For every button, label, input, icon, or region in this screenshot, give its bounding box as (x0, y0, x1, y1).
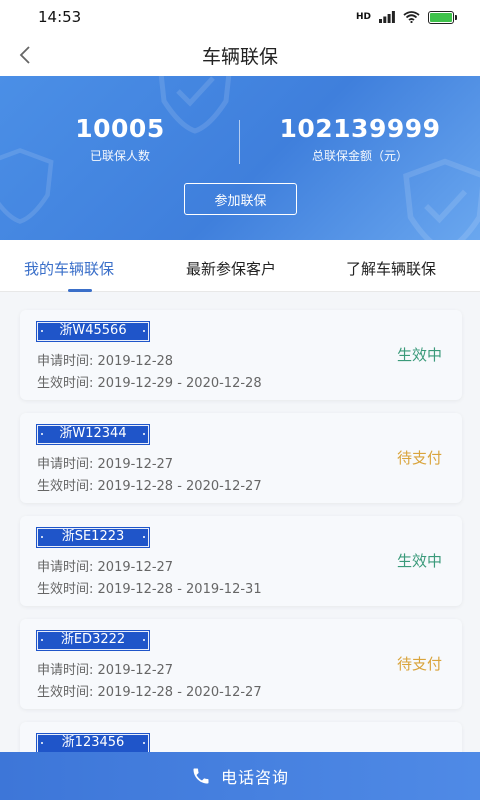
join-button[interactable]: 参加联保 (184, 183, 297, 215)
effective-time-row: 生效时间: 2019-12-28 - 2020-12-27 (37, 681, 262, 700)
tab-my-vehicles[interactable]: 我的车辆联保 (24, 240, 114, 292)
apply-time-value: 2019-12-28 (97, 354, 174, 369)
phone-icon (193, 768, 209, 784)
wifi-icon (403, 11, 420, 23)
status-badge: 待支付 (396, 655, 442, 673)
effective-time-value: 2019-12-29 - 2020-12-28 (97, 376, 262, 391)
phone-consult-label: 电话咨询 (220, 768, 289, 787)
apply-time-label: 申请时间: (37, 354, 94, 369)
license-plate: 浙SE1223 (36, 527, 150, 548)
apply-time-value: 2019-12-27 (97, 560, 174, 575)
license-plate: 浙W12344 (36, 424, 150, 445)
record-card[interactable]: 浙W45566 申请时间: 2019-12-28 生效时间: 2019-12-2… (20, 310, 462, 400)
page-title: 车辆联保 (201, 45, 278, 68)
record-card[interactable]: 浙W12344 申请时间: 2019-12-27 生效时间: 2019-12-2… (20, 413, 462, 503)
tab-bar: 我的车辆联保 最新参保客户 了解车辆联保 (0, 240, 480, 292)
shield-decoration-icon (403, 158, 480, 240)
record-card[interactable]: 浙ED3222 申请时间: 2019-12-27 生效时间: 2019-12-2… (20, 619, 462, 709)
status-badge: 待支付 (396, 449, 442, 467)
nav-bar: 车辆联保 (0, 34, 480, 76)
insured-count-value: 10005 (75, 114, 165, 143)
insured-count-label: 已联保人数 (89, 149, 150, 163)
back-arrow-icon (19, 46, 30, 64)
apply-time-row: 申请时间: 2019-12-27 (37, 556, 173, 575)
effective-time-row: 生效时间: 2019-12-28 - 2019-12-31 (37, 578, 262, 597)
apply-time-row: 申请时间: 2019-12-28 (37, 350, 173, 369)
tab-learn-more[interactable]: 了解车辆联保 (346, 240, 436, 292)
battery-icon (428, 10, 457, 24)
record-card[interactable]: 浙SE1223 申请时间: 2019-12-27 生效时间: 2019-12-2… (20, 516, 462, 606)
effective-time-label: 生效时间: (37, 685, 94, 700)
apply-time-value: 2019-12-27 (97, 457, 174, 472)
apply-time-value: 2019-12-27 (97, 663, 174, 678)
effective-time-label: 生效时间: (37, 376, 94, 391)
apply-time-label: 申请时间: (37, 560, 94, 575)
insured-count-stat: 10005 已联保人数 (0, 114, 240, 164)
stats-banner: 10005 已联保人数 102139999 总联保金额（元） 参加联保 (0, 76, 480, 240)
tab-latest-customers[interactable]: 最新参保客户 (186, 240, 276, 292)
status-time: 14:53 (38, 8, 82, 26)
hd-network-label: HD (355, 11, 371, 22)
signal-icon (379, 11, 395, 23)
effective-time-label: 生效时间: (37, 582, 94, 597)
license-plate: 浙ED3222 (36, 630, 150, 651)
license-plate: 浙W45566 (36, 321, 150, 342)
record-list[interactable]: 浙W45566 申请时间: 2019-12-28 生效时间: 2019-12-2… (0, 292, 480, 754)
apply-time-label: 申请时间: (37, 457, 94, 472)
effective-time-row: 生效时间: 2019-12-29 - 2020-12-28 (37, 372, 262, 391)
effective-time-label: 生效时间: (37, 479, 94, 494)
license-plate: 浙123456 (36, 733, 150, 754)
effective-time-value: 2019-12-28 - 2020-12-27 (97, 685, 262, 700)
total-amount-stat: 102139999 总联保金额（元） (240, 114, 480, 164)
apply-time-row: 申请时间: 2019-12-27 (37, 659, 173, 678)
total-amount-value: 102139999 (279, 114, 441, 143)
record-card[interactable]: 浙123456 (20, 722, 462, 754)
status-badge: 生效中 (396, 346, 442, 364)
apply-time-label: 申请时间: (37, 663, 94, 678)
status-bar: 14:53 HD (0, 0, 480, 34)
effective-time-value: 2019-12-28 - 2020-12-27 (97, 479, 262, 494)
total-amount-label: 总联保金额（元） (311, 149, 408, 163)
phone-consult-button[interactable]: 电话咨询 (0, 752, 480, 800)
status-icons: HD (355, 10, 457, 24)
status-badge: 生效中 (396, 552, 442, 570)
apply-time-row: 申请时间: 2019-12-27 (37, 453, 173, 472)
back-button[interactable] (10, 40, 40, 70)
effective-time-row: 生效时间: 2019-12-28 - 2020-12-27 (37, 475, 262, 494)
effective-time-value: 2019-12-28 - 2019-12-31 (97, 582, 262, 597)
